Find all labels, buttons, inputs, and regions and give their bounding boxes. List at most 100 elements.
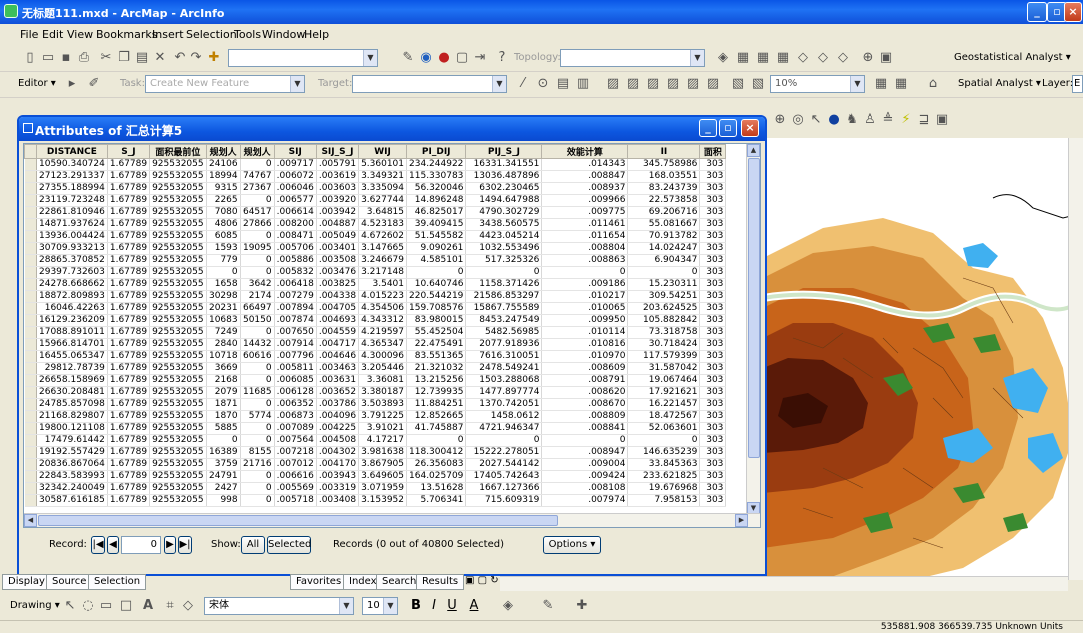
table-cell[interactable]: 2478.549241 xyxy=(465,362,543,375)
table-cell[interactable]: 41.745887 xyxy=(406,422,467,435)
find-icon[interactable]: ♞ xyxy=(844,112,860,128)
table-cell[interactable]: 3642 xyxy=(240,278,275,291)
table-cell[interactable]: .004508 xyxy=(316,434,360,447)
table-cell[interactable]: 20231 xyxy=(206,302,241,315)
zoom-whole-page-icon[interactable]: ▭ xyxy=(98,598,114,614)
row-selector[interactable] xyxy=(24,266,37,279)
table-cell[interactable]: 925532055 xyxy=(149,386,207,399)
table-cell[interactable]: 27355.188994 xyxy=(36,182,108,195)
table-cell[interactable]: .008670 xyxy=(541,398,629,411)
table-cell[interactable]: .010970 xyxy=(541,350,629,363)
topology-tool-1-icon[interactable]: ◈ xyxy=(715,50,731,66)
table-cell[interactable]: 3.335094 xyxy=(358,182,408,195)
table-cell[interactable]: 16129.236209 xyxy=(36,314,108,327)
table-cell[interactable]: 0 xyxy=(240,470,275,483)
table-cell[interactable]: 925532055 xyxy=(149,182,207,195)
table-cell[interactable]: .010217 xyxy=(541,290,629,303)
table-cell[interactable]: 13.51628 xyxy=(406,482,467,495)
table-cell[interactable]: 303 xyxy=(699,182,727,195)
spatial-analyst-icon[interactable]: ⌂ xyxy=(925,76,941,92)
table-vscroll[interactable]: ▲ ▼ xyxy=(746,144,760,515)
row-selector[interactable] xyxy=(24,290,37,303)
table-cell[interactable]: 303 xyxy=(699,458,727,471)
map-display[interactable] xyxy=(763,138,1083,580)
table-cell[interactable]: 0 xyxy=(240,158,275,171)
table-cell[interactable]: 19192.557429 xyxy=(36,446,108,459)
table-cell[interactable]: 60616 xyxy=(240,350,275,363)
table-cell[interactable]: .008804 xyxy=(541,242,629,255)
table-cell[interactable]: 1.67789 xyxy=(107,374,151,387)
table-cell[interactable]: .005886 xyxy=(274,254,317,267)
table-cell[interactable]: 10718 xyxy=(206,350,241,363)
attr-close-button[interactable]: × xyxy=(741,119,759,137)
table-cell[interactable]: 1458.0612 xyxy=(465,410,543,423)
menu-bookmarks[interactable]: Bookmarks xyxy=(96,28,157,41)
scale-combo[interactable]: ▼ xyxy=(228,49,378,67)
table-cell[interactable]: .006046 xyxy=(274,182,317,195)
table-cell[interactable]: 9315 xyxy=(206,182,241,195)
table-cell[interactable]: 6085 xyxy=(206,230,241,243)
table-cell[interactable]: 4806 xyxy=(206,218,241,231)
table-cell[interactable]: 55.452504 xyxy=(406,326,467,339)
menu-tools[interactable]: Tools xyxy=(234,28,261,41)
marker-color-icon[interactable]: ✚ xyxy=(574,598,590,614)
table-cell[interactable]: 925532055 xyxy=(149,254,207,267)
table-cell[interactable]: .006616 xyxy=(274,470,317,483)
table-cell[interactable]: .004559 xyxy=(316,326,360,339)
table-cell[interactable]: 1.67789 xyxy=(107,386,151,399)
table-cell[interactable]: 303 xyxy=(699,302,727,315)
table-cell[interactable]: 20836.867064 xyxy=(36,458,108,471)
menu-selection[interactable]: Selection xyxy=(186,28,237,41)
scroll-up-button[interactable]: ▲ xyxy=(747,144,760,157)
table-cell[interactable]: 24106 xyxy=(206,158,241,171)
table-cell[interactable]: 28865.370852 xyxy=(36,254,108,267)
row-selector[interactable] xyxy=(24,230,37,243)
table-cell[interactable]: 303 xyxy=(699,374,727,387)
table-cell[interactable]: 21.321032 xyxy=(406,362,467,375)
table-cell[interactable]: 1593 xyxy=(206,242,241,255)
table-cell[interactable]: 3.91021 xyxy=(358,422,408,435)
row-selector[interactable] xyxy=(24,182,37,195)
table-row[interactable]: 17088.891011 1.67789 925532055 7249 0.007650… xyxy=(24,326,727,339)
table-cell[interactable]: 17088.891011 xyxy=(36,326,108,339)
row-selector[interactable] xyxy=(24,494,37,507)
table-cell[interactable]: 5.360101 xyxy=(358,158,408,171)
italic-button[interactable]: I xyxy=(426,598,442,614)
table-cell[interactable]: 3438.560575 xyxy=(465,218,543,231)
table-cell[interactable]: 2840 xyxy=(206,338,241,351)
table-cell[interactable]: 15.230311 xyxy=(627,278,701,291)
topology-tool-3-icon[interactable]: ▦ xyxy=(755,50,771,66)
table-cell[interactable]: 0 xyxy=(627,266,701,279)
table-cell[interactable]: 303 xyxy=(699,278,727,291)
table-cell[interactable]: .003943 xyxy=(316,470,360,483)
table-cell[interactable]: 303 xyxy=(699,362,727,375)
table-cell[interactable]: 52.063601 xyxy=(627,422,701,435)
table-cell[interactable]: .008108 xyxy=(541,482,629,495)
table-cell[interactable]: 925532055 xyxy=(149,194,207,207)
table-cell[interactable]: 925532055 xyxy=(149,374,207,387)
table-cell[interactable]: 16455.065347 xyxy=(36,350,108,363)
table-cell[interactable]: 2079 xyxy=(206,386,241,399)
new-icon[interactable]: ▯ xyxy=(22,50,38,66)
table-cell[interactable]: 1.67789 xyxy=(107,290,151,303)
table-cell[interactable]: 19800.121108 xyxy=(36,422,108,435)
table-cell[interactable]: 925532055 xyxy=(149,362,207,375)
table-cell[interactable]: 30298 xyxy=(206,290,241,303)
table-cell[interactable]: 17479.61442 xyxy=(36,434,108,447)
topology-tool-2-icon[interactable]: ▦ xyxy=(735,50,751,66)
table-cell[interactable]: 3.349321 xyxy=(358,170,408,183)
table-cell[interactable]: 19.067464 xyxy=(627,374,701,387)
column-header[interactable]: 面积 xyxy=(699,144,727,159)
table-cell[interactable]: 4.365347 xyxy=(358,338,408,351)
table-cell[interactable]: 31.587042 xyxy=(627,362,701,375)
table-cell[interactable]: 11.884251 xyxy=(406,398,467,411)
table-cell[interactable]: 3.217148 xyxy=(358,266,408,279)
table-cell[interactable]: .007894 xyxy=(274,302,317,315)
table-cell[interactable]: 0 xyxy=(240,326,275,339)
table-cell[interactable]: 13936.004424 xyxy=(36,230,108,243)
row-selector[interactable] xyxy=(24,326,37,339)
table-cell[interactable]: 925532055 xyxy=(149,230,207,243)
table-cell[interactable]: 55.081667 xyxy=(627,218,701,231)
table-cell[interactable]: 30.718424 xyxy=(627,338,701,351)
table-cell[interactable]: 1477.897774 xyxy=(465,386,543,399)
